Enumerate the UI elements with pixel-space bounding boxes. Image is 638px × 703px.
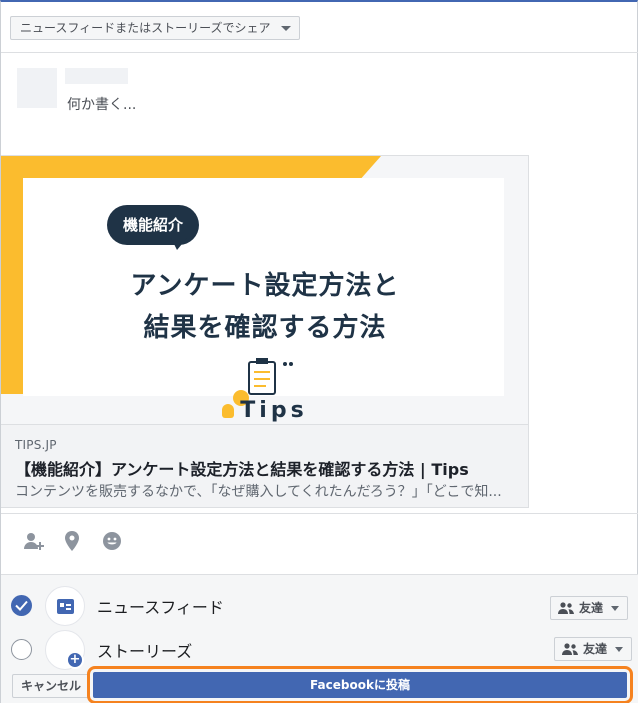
location-icon[interactable] — [60, 529, 84, 553]
newsfeed-audience-dropdown[interactable]: 友達 — [550, 596, 629, 620]
badge-tail — [171, 238, 187, 250]
add-story-icon: + — [66, 651, 84, 669]
post-options-footer: ニュースフィード 友達 + ストーリーズ 友達 キャンセル Facebookに投… — [1, 574, 638, 703]
feeling-icon[interactable] — [100, 529, 124, 553]
link-description: コンテンツを販売するなかで、「なぜ購入してくれたんだろう？」「どこで知... — [15, 484, 502, 500]
share-destination-dropdown[interactable]: ニュースフィードまたはストーリーズでシェア — [10, 16, 300, 40]
caret-down-icon — [280, 26, 291, 31]
tips-logo: Tips — [1, 398, 529, 423]
link-preview-meta: TIPS.JP 【機能紹介】アンケート設定方法と結果を確認する方法 | Tips… — [1, 424, 528, 507]
link-domain: TIPS.JP — [15, 438, 57, 452]
share-dialog: ニュースフィードまたはストーリーズでシェア 何か書く... TIPS.JP 【機… — [0, 0, 638, 703]
stories-checkbox[interactable] — [11, 639, 32, 660]
newsfeed-audience-label: 友達 — [579, 601, 604, 615]
bulb-icon — [222, 404, 235, 418]
newsfeed-icon — [45, 586, 85, 626]
stories-audience-dropdown[interactable]: 友達 — [554, 637, 633, 661]
share-destination-label: ニュースフィードまたはストーリーズでシェア — [20, 21, 271, 35]
friends-icon — [562, 643, 578, 655]
tips-logo-text: Tips — [240, 398, 308, 423]
divider — [1, 52, 638, 53]
caret-down-icon — [611, 606, 620, 611]
divider — [1, 513, 638, 514]
user-name-placeholder — [65, 68, 128, 84]
cancel-button[interactable]: キャンセル — [12, 674, 91, 698]
stories-audience-label: 友達 — [583, 642, 608, 656]
destination-row-stories[interactable]: + ストーリーズ 友達 — [1, 627, 638, 671]
newsfeed-label: ニュースフィード — [97, 598, 224, 617]
image-headline-line2: 結果を確認する方法 — [143, 313, 387, 343]
image-headline-line1: アンケート設定方法と — [130, 271, 400, 301]
friends-icon — [558, 602, 574, 614]
link-title: 【機能紹介】アンケート設定方法と結果を確認する方法 | Tips — [15, 460, 469, 479]
avatar — [17, 68, 57, 108]
caret-down-icon — [615, 647, 624, 652]
tag-friends-icon[interactable] — [22, 529, 46, 553]
composer-input[interactable]: 何か書く... — [67, 94, 136, 114]
post-button-highlight: Facebookに投稿 — [87, 666, 633, 703]
destination-row-newsfeed[interactable]: ニュースフィード 友達 — [1, 583, 638, 627]
post-to-facebook-button[interactable]: Facebookに投稿 — [93, 672, 627, 698]
stories-label: ストーリーズ — [97, 642, 193, 661]
newsfeed-checkbox[interactable] — [11, 595, 32, 616]
